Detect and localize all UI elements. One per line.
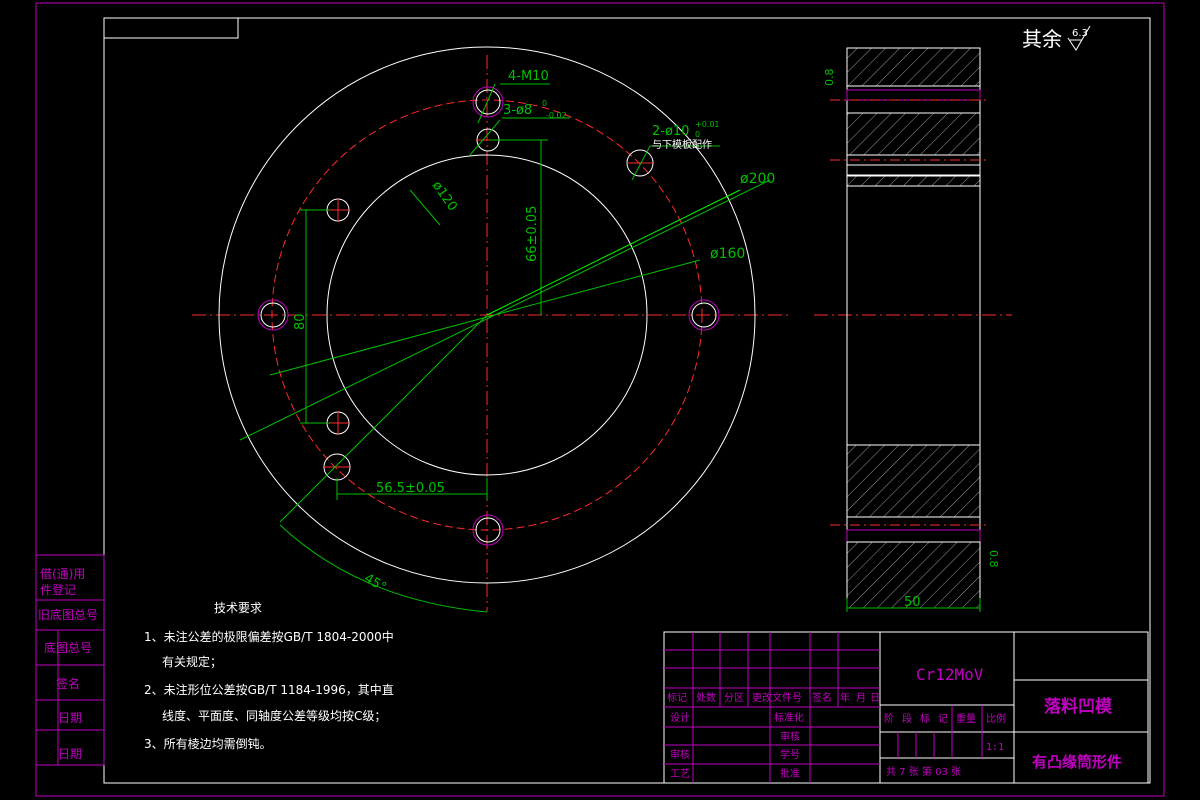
roughness-label: 其余	[1022, 27, 1062, 51]
review-label: 审核	[670, 748, 690, 761]
outer-border	[35, 2, 1165, 797]
standard-label: 标准化	[774, 711, 804, 724]
label-pin8: 3-ø8	[503, 103, 532, 118]
rev-header-row: 标记 处数 分区 更改文件号 签名 年 月 日	[667, 691, 880, 704]
inner-border	[103, 17, 1151, 784]
stamp-text-6: 日期	[58, 711, 82, 725]
tech-title: 技术要求	[214, 601, 262, 615]
stamp-text-3: 旧底图总号	[38, 607, 98, 622]
rev-h-7: 日	[870, 693, 880, 704]
material-text: Cr12MoV	[916, 665, 984, 684]
stage-header: 阶 段 标 记 重量 比例	[884, 712, 1006, 725]
tech-l2a: 2、未注形位公差按GB/T 1184-1996，其中直	[144, 682, 394, 697]
label-side-w: 50	[904, 595, 921, 610]
label-d120: ø120	[429, 179, 460, 214]
stamp-text-5: 签名	[56, 676, 80, 691]
label-m10: 4-M10	[508, 69, 549, 84]
approve-label: 批准	[780, 767, 800, 780]
label-56-5: 56.5±0.05	[376, 481, 445, 496]
rev-h-4: 签名	[812, 691, 832, 704]
process-label: 工艺	[670, 768, 690, 780]
rev-h-2: 分区	[724, 692, 744, 704]
m10-hole-top	[475, 89, 501, 115]
label-66: 66±0.05	[525, 206, 540, 262]
design-label: 设计	[670, 711, 690, 724]
proof-label: 审核	[780, 730, 800, 743]
label-d160: ø160	[710, 246, 745, 262]
stage-h-1: 段	[902, 712, 912, 725]
title-block-grid	[664, 632, 983, 783]
label-pin10: 2-ø10	[652, 124, 689, 139]
assembly-text: 有凸缘筒形件	[1032, 753, 1122, 771]
part-name-text: 落料凹模	[1044, 696, 1113, 717]
rev-h-5: 年	[840, 691, 850, 704]
label-pin8-tol2: -0.02	[546, 111, 567, 120]
stage-h-3: 记	[938, 713, 948, 725]
tech-l3: 3、所有棱边均需倒钝。	[144, 736, 272, 751]
label-80: 80	[293, 313, 308, 330]
rev-h-1: 处数	[696, 691, 716, 704]
label-45: 45°	[361, 571, 388, 596]
stage-h-5: 比例	[986, 712, 1006, 725]
label-pin10-low: 0	[695, 130, 700, 139]
tech-requirements: 技术要求 1、未注公差的极限偏差按GB/T 1804-2000中 有关规定； 2…	[144, 601, 394, 751]
tech-l1b: 有关规定；	[162, 654, 222, 669]
drawing-canvas: 其余 6.3 4-M10 3-ø8 0 -0.02 2-ø10 +0.01 0 …	[35, 2, 1165, 797]
label-side-r2: 0.8	[987, 550, 1000, 568]
stamp-text-1: 借(通)用	[40, 567, 85, 581]
label-side-r1: 0.8	[823, 69, 836, 87]
rev-h-0: 标记	[667, 692, 687, 704]
rev-h-6: 月	[856, 692, 866, 704]
stage-h-4: 重量	[956, 712, 976, 725]
top-left-tag	[103, 17, 239, 39]
stage-h-0: 阶	[884, 712, 894, 725]
tech-l2b: 线度、平面度、同轴度公差等级均按C级；	[162, 708, 386, 723]
label-d200: ø200	[740, 171, 775, 187]
side-view: 0.8 0.8 50	[823, 47, 1000, 612]
label-pin8-tol: 0	[542, 99, 547, 108]
rev-h-3: 更改文件号	[752, 691, 802, 704]
learn-label: 学号	[780, 748, 800, 761]
stage-h-2: 标	[920, 713, 930, 725]
label-pin10-up: +0.01	[695, 120, 720, 129]
sheets-text: 共 7 张 第 03 张	[886, 765, 961, 778]
stamp-text-7: 日期	[58, 747, 82, 761]
stamp-text-4: 底图总号	[44, 640, 92, 655]
stamp-text-2: 件登记	[40, 582, 76, 597]
tech-l1a: 1、未注公差的极限偏差按GB/T 1804-2000中	[144, 629, 394, 644]
scale-text: 1:1	[986, 742, 1004, 753]
label-pin10-note: 与下模板配作	[652, 138, 712, 151]
